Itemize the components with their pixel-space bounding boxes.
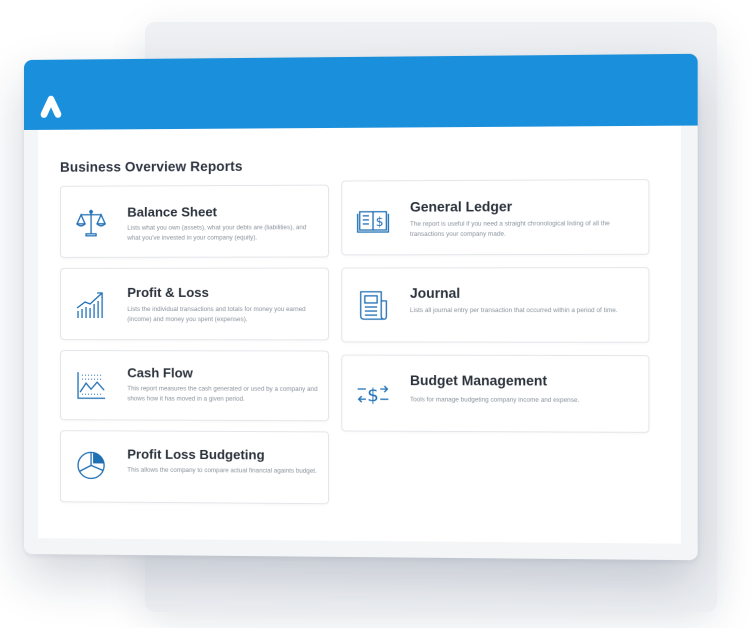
report-card-budget-management[interactable]: $ Budget Management Tools for manage bud… (341, 354, 650, 433)
report-description: This allows the company to compare actua… (127, 466, 317, 475)
scales-icon (75, 209, 106, 236)
section-title: Business Overview Reports (59, 158, 243, 175)
report-title: General Ledger (409, 199, 513, 215)
report-card-journal[interactable]: Journal Lists all journal entry per tran… (341, 267, 650, 343)
report-description: Lists all journal entry per transaction … (409, 307, 618, 315)
report-card-profit-loss-budgeting[interactable]: Profit Loss Budgeting This allows the co… (59, 430, 330, 505)
report-title: Profit & Loss (127, 284, 209, 300)
svg-text:$: $ (376, 215, 384, 229)
report-card-cash-flow[interactable]: Cash Flow This report measures the cash … (59, 350, 330, 422)
report-card-general-ledger[interactable]: $ General Ledger The report is useful if… (341, 179, 650, 256)
report-title: Journal (409, 285, 461, 301)
app-window: Business Overview Reports Balance Sheet … (24, 53, 698, 561)
reports-panel: Business Overview Reports Balance Sheet … (37, 125, 681, 544)
app-header (24, 53, 698, 130)
growth-chart-icon (76, 291, 103, 318)
ledger-book-icon: $ (357, 204, 390, 237)
report-card-profit-loss[interactable]: Profit & Loss Lists the individual trans… (59, 267, 330, 341)
app-logo-icon[interactable] (38, 94, 64, 120)
report-card-balance-sheet[interactable]: Balance Sheet Lists what you own (assets… (59, 184, 330, 258)
report-title: Profit Loss Budgeting (127, 446, 265, 463)
pie-chart-icon (75, 449, 107, 481)
report-title: Balance Sheet (127, 204, 217, 220)
svg-text:$: $ (367, 385, 379, 406)
report-description: Lists what you own (assets), what your d… (127, 224, 307, 242)
report-description: Lists the individual transactions and to… (127, 305, 306, 324)
journal-icon (357, 289, 390, 321)
report-description: This report measures the cash generated … (127, 385, 318, 403)
report-description: Tools for manage budgeting company incom… (409, 396, 580, 404)
report-title: Budget Management (409, 372, 548, 389)
report-description: The report is useful if you need a strai… (409, 220, 610, 239)
dollar-exchange-icon: $ (357, 378, 390, 406)
line-chart-icon (75, 369, 107, 401)
report-title: Cash Flow (127, 365, 193, 381)
